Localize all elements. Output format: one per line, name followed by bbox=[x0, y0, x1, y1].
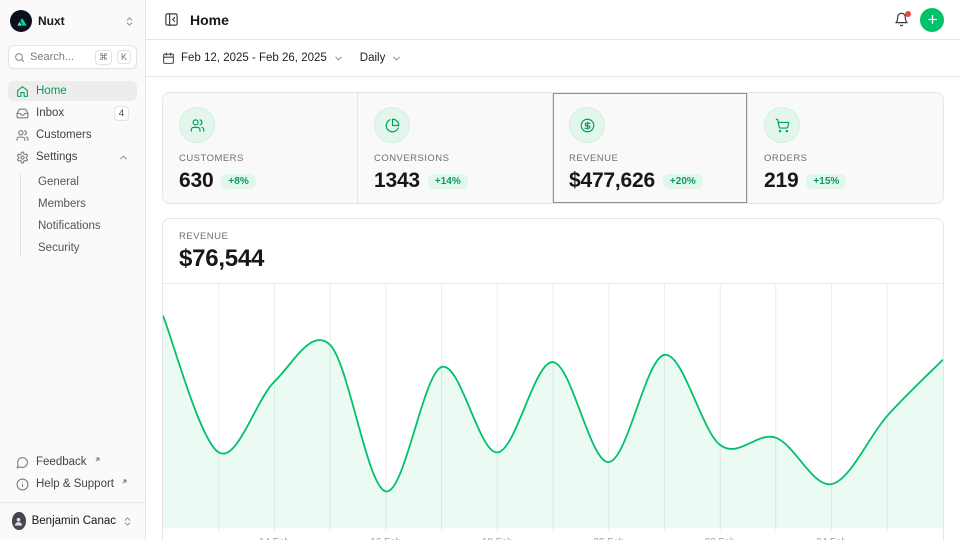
sidebar-item-label: Inbox bbox=[36, 107, 64, 119]
circle-dollar-icon bbox=[569, 107, 605, 143]
date-range-picker[interactable]: Feb 12, 2025 - Feb 26, 2025 bbox=[162, 52, 344, 65]
stat-value: 630 bbox=[179, 169, 213, 193]
sidebar-item-feedback[interactable]: Feedback bbox=[8, 452, 137, 472]
search-input[interactable]: ⌘ K bbox=[8, 45, 137, 69]
sidebar-item-customers[interactable]: Customers bbox=[8, 125, 137, 145]
plus-icon bbox=[926, 13, 939, 26]
chevrons-up-down-icon bbox=[122, 516, 133, 527]
chart-header: REVENUE $76,544 bbox=[163, 219, 943, 284]
sidebar-item-notifications[interactable]: Notifications bbox=[38, 215, 137, 237]
revenue-chart-card: REVENUE $76,544 14 Feb16 Feb18 Feb20 Feb… bbox=[162, 218, 944, 540]
sidebar-item-label: Home bbox=[36, 85, 67, 97]
nuxt-logo-icon bbox=[10, 10, 32, 32]
calendar-icon bbox=[162, 52, 175, 65]
sidebar-item-label: Settings bbox=[36, 151, 78, 163]
home-icon bbox=[16, 85, 29, 98]
stat-value: 219 bbox=[764, 169, 798, 193]
stat-label: CUSTOMERS bbox=[179, 153, 341, 164]
users-icon bbox=[179, 107, 215, 143]
collapse-sidebar-button[interactable] bbox=[162, 10, 181, 29]
chevron-down-icon bbox=[391, 53, 402, 64]
sidebar-menu: Home Inbox 4 Customers Settings Genera bbox=[8, 81, 137, 259]
stat-label: ORDERS bbox=[764, 153, 927, 164]
sidebar-item-home[interactable]: Home bbox=[8, 81, 137, 101]
granularity-select[interactable]: Daily bbox=[360, 52, 403, 64]
gear-icon bbox=[16, 151, 29, 164]
stat-value: $477,626 bbox=[569, 169, 655, 193]
page-title: Home bbox=[190, 12, 229, 28]
search-icon bbox=[14, 52, 25, 63]
search-field[interactable] bbox=[30, 51, 90, 63]
chevrons-up-down-icon bbox=[124, 16, 135, 27]
shopping-cart-icon bbox=[764, 107, 800, 143]
inbox-icon bbox=[16, 107, 29, 120]
content: CUSTOMERS 630 +8% CONVERSIONS 1343 +14% bbox=[146, 77, 960, 540]
workspace-selector[interactable]: Nuxt bbox=[8, 8, 137, 34]
sidebar-spacer bbox=[8, 259, 137, 440]
stat-card-customers[interactable]: CUSTOMERS 630 +8% bbox=[163, 93, 358, 203]
chevron-up-icon bbox=[118, 152, 129, 163]
external-link-icon bbox=[121, 478, 128, 485]
stat-card-orders[interactable]: ORDERS 219 +15% bbox=[748, 93, 943, 203]
granularity-value: Daily bbox=[360, 52, 386, 64]
sidebar-item-members[interactable]: Members bbox=[38, 193, 137, 215]
users-icon bbox=[16, 129, 29, 142]
main-panel: Home Feb 12, 2025 - Feb 26, 2025 Daily bbox=[146, 0, 960, 540]
user-name: Benjamin Canac bbox=[32, 515, 116, 527]
sidebar-item-label: Feedback bbox=[36, 456, 87, 468]
settings-subnav: General Members Notifications Security bbox=[20, 171, 137, 259]
stats-row: CUSTOMERS 630 +8% CONVERSIONS 1343 +14% bbox=[162, 92, 944, 204]
chart-value: $76,544 bbox=[179, 245, 927, 273]
divider bbox=[0, 502, 145, 503]
kbd-cmd: ⌘ bbox=[95, 50, 112, 65]
panel-left-close-icon bbox=[164, 12, 179, 27]
sidebar-item-settings[interactable]: Settings bbox=[8, 147, 137, 167]
message-circle-icon bbox=[16, 456, 29, 469]
sidebar-item-general[interactable]: General bbox=[38, 171, 137, 193]
notifications-button[interactable] bbox=[892, 10, 911, 29]
stat-card-revenue[interactable]: REVENUE $477,626 +20% bbox=[553, 93, 748, 203]
info-circle-icon bbox=[16, 478, 29, 491]
date-range-value: Feb 12, 2025 - Feb 26, 2025 bbox=[181, 52, 327, 64]
stat-delta-badge: +20% bbox=[663, 174, 703, 189]
chart-pie-icon bbox=[374, 107, 410, 143]
avatar bbox=[12, 512, 26, 530]
inbox-count-badge: 4 bbox=[114, 106, 129, 121]
revenue-area-chart: 14 Feb16 Feb18 Feb20 Feb22 Feb24 Feb bbox=[163, 284, 943, 540]
notification-dot bbox=[905, 11, 911, 17]
sidebar-item-inbox[interactable]: Inbox 4 bbox=[8, 103, 137, 123]
sidebar-footer-menu: Feedback Help & Support bbox=[8, 452, 137, 494]
sidebar: Nuxt ⌘ K Home Inbox 4 bbox=[0, 0, 146, 540]
sidebar-item-security[interactable]: Security bbox=[38, 237, 137, 259]
stat-delta-badge: +8% bbox=[221, 174, 255, 189]
stat-delta-badge: +15% bbox=[806, 174, 846, 189]
sidebar-item-label: Help & Support bbox=[36, 478, 114, 490]
stat-delta-badge: +14% bbox=[428, 174, 468, 189]
add-button[interactable] bbox=[920, 8, 944, 32]
external-link-icon bbox=[94, 456, 101, 463]
stat-value: 1343 bbox=[374, 169, 420, 193]
kbd-k: K bbox=[117, 50, 131, 64]
user-menu[interactable]: Benjamin Canac bbox=[8, 510, 137, 532]
filter-toolbar: Feb 12, 2025 - Feb 26, 2025 Daily bbox=[146, 40, 960, 77]
sidebar-item-help-support[interactable]: Help & Support bbox=[8, 474, 137, 494]
topbar: Home bbox=[146, 0, 960, 40]
sidebar-item-label: Customers bbox=[36, 129, 92, 141]
chevron-down-icon bbox=[333, 53, 344, 64]
stat-label: CONVERSIONS bbox=[374, 153, 536, 164]
chart-label: REVENUE bbox=[179, 231, 927, 242]
workspace-name: Nuxt bbox=[38, 14, 118, 28]
stat-label: REVENUE bbox=[569, 153, 731, 164]
stat-card-conversions[interactable]: CONVERSIONS 1343 +14% bbox=[358, 93, 553, 203]
